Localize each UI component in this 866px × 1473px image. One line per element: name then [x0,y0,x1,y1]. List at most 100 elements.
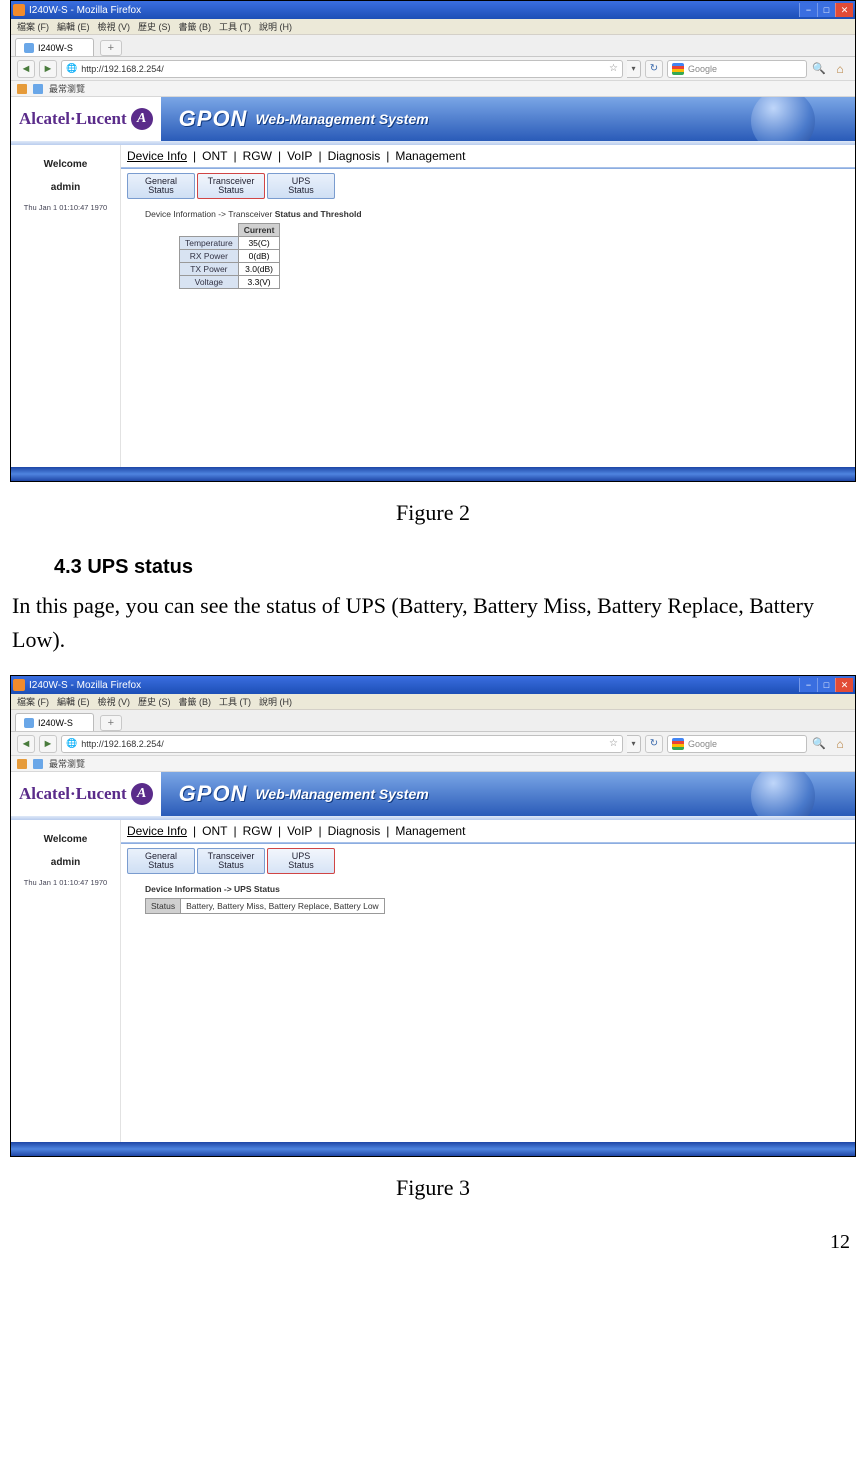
home-button[interactable]: ⌂ [831,60,849,78]
bookmark-label[interactable]: 最常瀏覽 [49,757,85,770]
bookmark-star-icon[interactable]: ☆ [609,738,618,749]
menu-history[interactable]: 歷史 (S) [138,20,171,33]
search-box[interactable]: Google [667,60,807,78]
subtab-general-status[interactable]: GeneralStatus [127,848,195,874]
close-button[interactable]: ✕ [835,678,853,692]
menu-help[interactable]: 說明 (H) [259,20,292,33]
google-icon [672,738,684,750]
subtab-transceiver-status[interactable]: TransceiverStatus [197,173,265,199]
brand-name: Alcatel·Lucent [19,109,127,129]
url-bar[interactable]: 🌐 http://192.168.2.254/ ☆ [61,60,623,78]
row-temperature-label: Temperature [180,237,239,250]
reload-button[interactable]: ↻ [645,60,663,78]
bookmark-star-icon[interactable]: ☆ [609,63,618,74]
datetime-label: Thu Jan 1 01:10:47 1970 [11,203,120,212]
window-titlebar: I240W-S - Mozilla Firefox − □ ✕ [11,676,855,694]
subtab-general-status[interactable]: GeneralStatus [127,173,195,199]
tab-strip: I240W-S + [11,35,855,57]
url-dropdown-button[interactable]: ▾ [627,60,641,78]
brand-name: Alcatel·Lucent [19,784,127,804]
brand-icon: A [131,783,153,805]
browser-tab[interactable]: I240W-S [15,713,94,731]
gpon-title: GPON [179,781,248,807]
menu-file[interactable]: 檔案 (F) [17,20,49,33]
sub-tabs: GeneralStatus TransceiverStatus UPSStatu… [127,848,855,874]
menu-tools[interactable]: 工具 (T) [219,695,251,708]
user-label: admin [11,857,120,868]
menu-bar: 檔案 (F) 編輯 (E) 檢視 (V) 歷史 (S) 書籤 (B) 工具 (T… [11,694,855,710]
welcome-label: Welcome [11,834,120,845]
tab-device-info[interactable]: Device Info [123,149,191,163]
subtab-transceiver-status[interactable]: TransceiverStatus [197,848,265,874]
tab-voip[interactable]: VoIP [283,824,316,838]
wms-title: Web-Management System [255,786,428,802]
home-button[interactable]: ⌂ [831,735,849,753]
menu-view[interactable]: 檢視 (V) [98,695,131,708]
new-tab-button[interactable]: + [100,715,122,731]
search-go-button[interactable]: 🔍 [811,61,827,77]
back-button[interactable]: ◄ [17,735,35,753]
row-txpower-label: TX Power [180,263,239,276]
window-title: I240W-S - Mozilla Firefox [29,5,141,16]
tab-device-info[interactable]: Device Info [123,824,191,838]
search-box[interactable]: Google [667,735,807,753]
menu-tools[interactable]: 工具 (T) [219,20,251,33]
sidebar: Welcome admin Thu Jan 1 01:10:47 1970 [11,820,121,1142]
menu-history[interactable]: 歷史 (S) [138,695,171,708]
tab-rgw[interactable]: RGW [239,824,276,838]
user-label: admin [11,182,120,193]
url-text: http://192.168.2.254/ [81,64,164,74]
bottom-bar [11,467,855,481]
maximize-button[interactable]: □ [817,678,835,692]
bookmark-label[interactable]: 最常瀏覽 [49,82,85,95]
menu-edit[interactable]: 編輯 (E) [57,695,90,708]
menu-view[interactable]: 檢視 (V) [98,20,131,33]
forward-button[interactable]: ► [39,60,57,78]
search-placeholder: Google [688,64,717,74]
menu-file[interactable]: 檔案 (F) [17,695,49,708]
subtab-ups-status[interactable]: UPSStatus [267,173,335,199]
menu-help[interactable]: 說明 (H) [259,695,292,708]
browser-tab[interactable]: I240W-S [15,38,94,56]
page-tabs: Device Info| ONT| RGW| VoIP| Diagnosis| … [121,820,855,842]
nav-toolbar: ◄ ► 🌐 http://192.168.2.254/ ☆ ▾ ↻ Google… [11,57,855,81]
tab-diagnosis[interactable]: Diagnosis [324,824,385,838]
sub-tabs: GeneralStatus TransceiverStatus UPSStatu… [127,173,855,199]
window-titlebar: I240W-S - Mozilla Firefox − □ ✕ [11,1,855,19]
row-voltage-label: Voltage [180,276,239,289]
tabs-underline [121,842,855,844]
tab-voip[interactable]: VoIP [283,149,316,163]
wms-title: Web-Management System [255,111,428,127]
nav-toolbar: ◄ ► 🌐 http://192.168.2.254/ ☆ ▾ ↻ Google… [11,732,855,756]
menu-bookmarks[interactable]: 書籤 (B) [179,20,212,33]
close-button[interactable]: ✕ [835,3,853,17]
window-title: I240W-S - Mozilla Firefox [29,680,141,691]
maximize-button[interactable]: □ [817,3,835,17]
tab-ont[interactable]: ONT [198,149,231,163]
minimize-button[interactable]: − [799,678,817,692]
subtab-ups-status[interactable]: UPSStatus [267,848,335,874]
bookmark-icon [33,84,43,94]
tab-ont[interactable]: ONT [198,824,231,838]
brand-block: Alcatel·Lucent A [11,97,161,141]
globe-icon: 🌐 [66,63,77,74]
menu-bookmarks[interactable]: 書籤 (B) [179,695,212,708]
search-go-button[interactable]: 🔍 [811,736,827,752]
tab-management[interactable]: Management [391,824,469,838]
globe-decoration-icon [751,97,815,141]
page-banner: Alcatel·Lucent A GPON Web-Management Sys… [11,97,855,141]
forward-button[interactable]: ► [39,735,57,753]
tab-diagnosis[interactable]: Diagnosis [324,149,385,163]
back-button[interactable]: ◄ [17,60,35,78]
folder-icon [17,84,27,94]
minimize-button[interactable]: − [799,3,817,17]
menu-edit[interactable]: 編輯 (E) [57,20,90,33]
new-tab-button[interactable]: + [100,40,122,56]
tab-management[interactable]: Management [391,149,469,163]
tab-label: I240W-S [38,718,73,728]
tab-rgw[interactable]: RGW [239,149,276,163]
url-dropdown-button[interactable]: ▾ [627,735,641,753]
reload-button[interactable]: ↻ [645,735,663,753]
page-tabs: Device Info| ONT| RGW| VoIP| Diagnosis| … [121,145,855,167]
url-bar[interactable]: 🌐 http://192.168.2.254/ ☆ [61,735,623,753]
